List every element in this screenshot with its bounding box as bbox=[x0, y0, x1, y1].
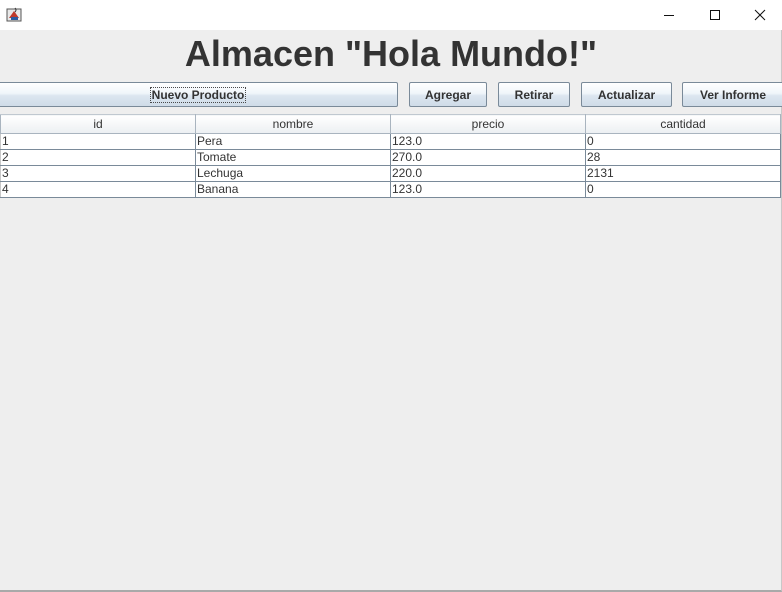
agregar-button[interactable]: Agregar bbox=[409, 82, 487, 107]
close-icon bbox=[754, 9, 766, 21]
title-bar bbox=[0, 0, 782, 30]
maximize-icon bbox=[710, 10, 720, 20]
column-header-id[interactable]: id bbox=[0, 114, 196, 134]
cell-cantidad[interactable]: 2131 bbox=[585, 165, 781, 182]
table-row[interactable]: 2 Tomate 270.0 28 bbox=[0, 149, 781, 166]
column-header-cantidad[interactable]: cantidad bbox=[585, 114, 781, 134]
cell-cantidad[interactable]: 0 bbox=[585, 133, 781, 150]
nuevo-producto-button[interactable]: Nuevo Producto bbox=[0, 82, 398, 107]
table-row[interactable]: 4 Banana 123.0 0 bbox=[0, 181, 781, 198]
main-panel: Almacen "Hola Mundo!" Nuevo Producto Agr… bbox=[0, 30, 782, 592]
page-title: Almacen "Hola Mundo!" bbox=[184, 33, 598, 74]
minimize-button[interactable] bbox=[646, 0, 692, 30]
cell-id[interactable]: 1 bbox=[0, 133, 196, 150]
cell-cantidad[interactable]: 28 bbox=[585, 149, 781, 166]
cell-nombre[interactable]: Lechuga bbox=[195, 165, 391, 182]
cell-cantidad[interactable]: 0 bbox=[585, 181, 781, 198]
cell-precio[interactable]: 220.0 bbox=[390, 165, 586, 182]
cell-precio[interactable]: 123.0 bbox=[390, 133, 586, 150]
cell-id[interactable]: 2 bbox=[0, 149, 196, 166]
column-header-precio[interactable]: precio bbox=[390, 114, 586, 134]
column-header-nombre[interactable]: nombre bbox=[195, 114, 391, 134]
java-app-icon[interactable] bbox=[6, 6, 23, 23]
table-row[interactable]: 3 Lechuga 220.0 2131 bbox=[0, 165, 781, 182]
cell-precio[interactable]: 123.0 bbox=[390, 181, 586, 198]
cell-precio[interactable]: 270.0 bbox=[390, 149, 586, 166]
cell-id[interactable]: 4 bbox=[0, 181, 196, 198]
table-row[interactable]: 1 Pera 123.0 0 bbox=[0, 133, 781, 150]
close-button[interactable] bbox=[737, 0, 782, 30]
table-header-row: id nombre precio cantidad bbox=[0, 114, 781, 134]
ver-informe-button[interactable]: Ver Informe bbox=[682, 82, 782, 107]
products-table-scrollpane[interactable]: id nombre precio cantidad 1 Pera 123.0 0… bbox=[0, 114, 781, 198]
nuevo-producto-label: Nuevo Producto bbox=[149, 86, 247, 103]
actualizar-button[interactable]: Actualizar bbox=[581, 82, 672, 107]
cell-nombre[interactable]: Tomate bbox=[195, 149, 391, 166]
cell-nombre[interactable]: Pera bbox=[195, 133, 391, 150]
retirar-button[interactable]: Retirar bbox=[498, 82, 570, 107]
minimize-icon bbox=[664, 15, 674, 16]
products-table[interactable]: id nombre precio cantidad 1 Pera 123.0 0… bbox=[0, 114, 781, 198]
cell-id[interactable]: 3 bbox=[0, 165, 196, 182]
cell-nombre[interactable]: Banana bbox=[195, 181, 391, 198]
maximize-button[interactable] bbox=[692, 0, 738, 30]
